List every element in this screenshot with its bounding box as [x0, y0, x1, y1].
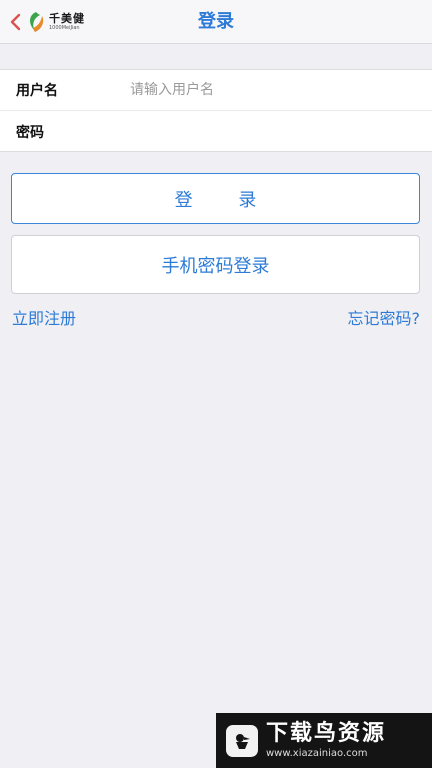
bird-logo-icon — [226, 724, 258, 757]
logo-name: 千美健 — [49, 12, 85, 25]
password-label: 密码 — [16, 124, 44, 141]
chevron-left-icon — [6, 8, 24, 36]
username-label: 用户名 — [16, 83, 58, 99]
username-row: 用户名 — [0, 70, 432, 111]
forgot-password-link[interactable]: 忘记密码? — [348, 305, 421, 329]
leaf-logo-icon — [30, 12, 44, 32]
phone-password-login-button[interactable]: 手机密码登录 — [11, 235, 420, 294]
watermark-url: www.xiazainiao.com — [266, 747, 368, 759]
watermark-title: 下载鸟资源 — [266, 720, 387, 746]
navigation-bar: 千美健 1000MeiJian 登录 — [0, 0, 432, 44]
password-input[interactable] — [130, 116, 410, 147]
register-link[interactable]: 立即注册 — [12, 305, 76, 329]
back-button[interactable]: 千美健 1000MeiJian — [6, 8, 98, 36]
username-input[interactable] — [130, 75, 410, 105]
login-button[interactable]: 登 录 — [11, 173, 420, 224]
password-row: 密码 — [0, 111, 432, 152]
app-logo: 千美健 1000MeiJian — [26, 11, 85, 33]
logo-subtitle: 1000MeiJian — [49, 25, 80, 31]
login-form: 用户名 密码 — [0, 69, 432, 152]
watermark-banner: 下载鸟资源 www.xiazainiao.com — [216, 713, 432, 768]
